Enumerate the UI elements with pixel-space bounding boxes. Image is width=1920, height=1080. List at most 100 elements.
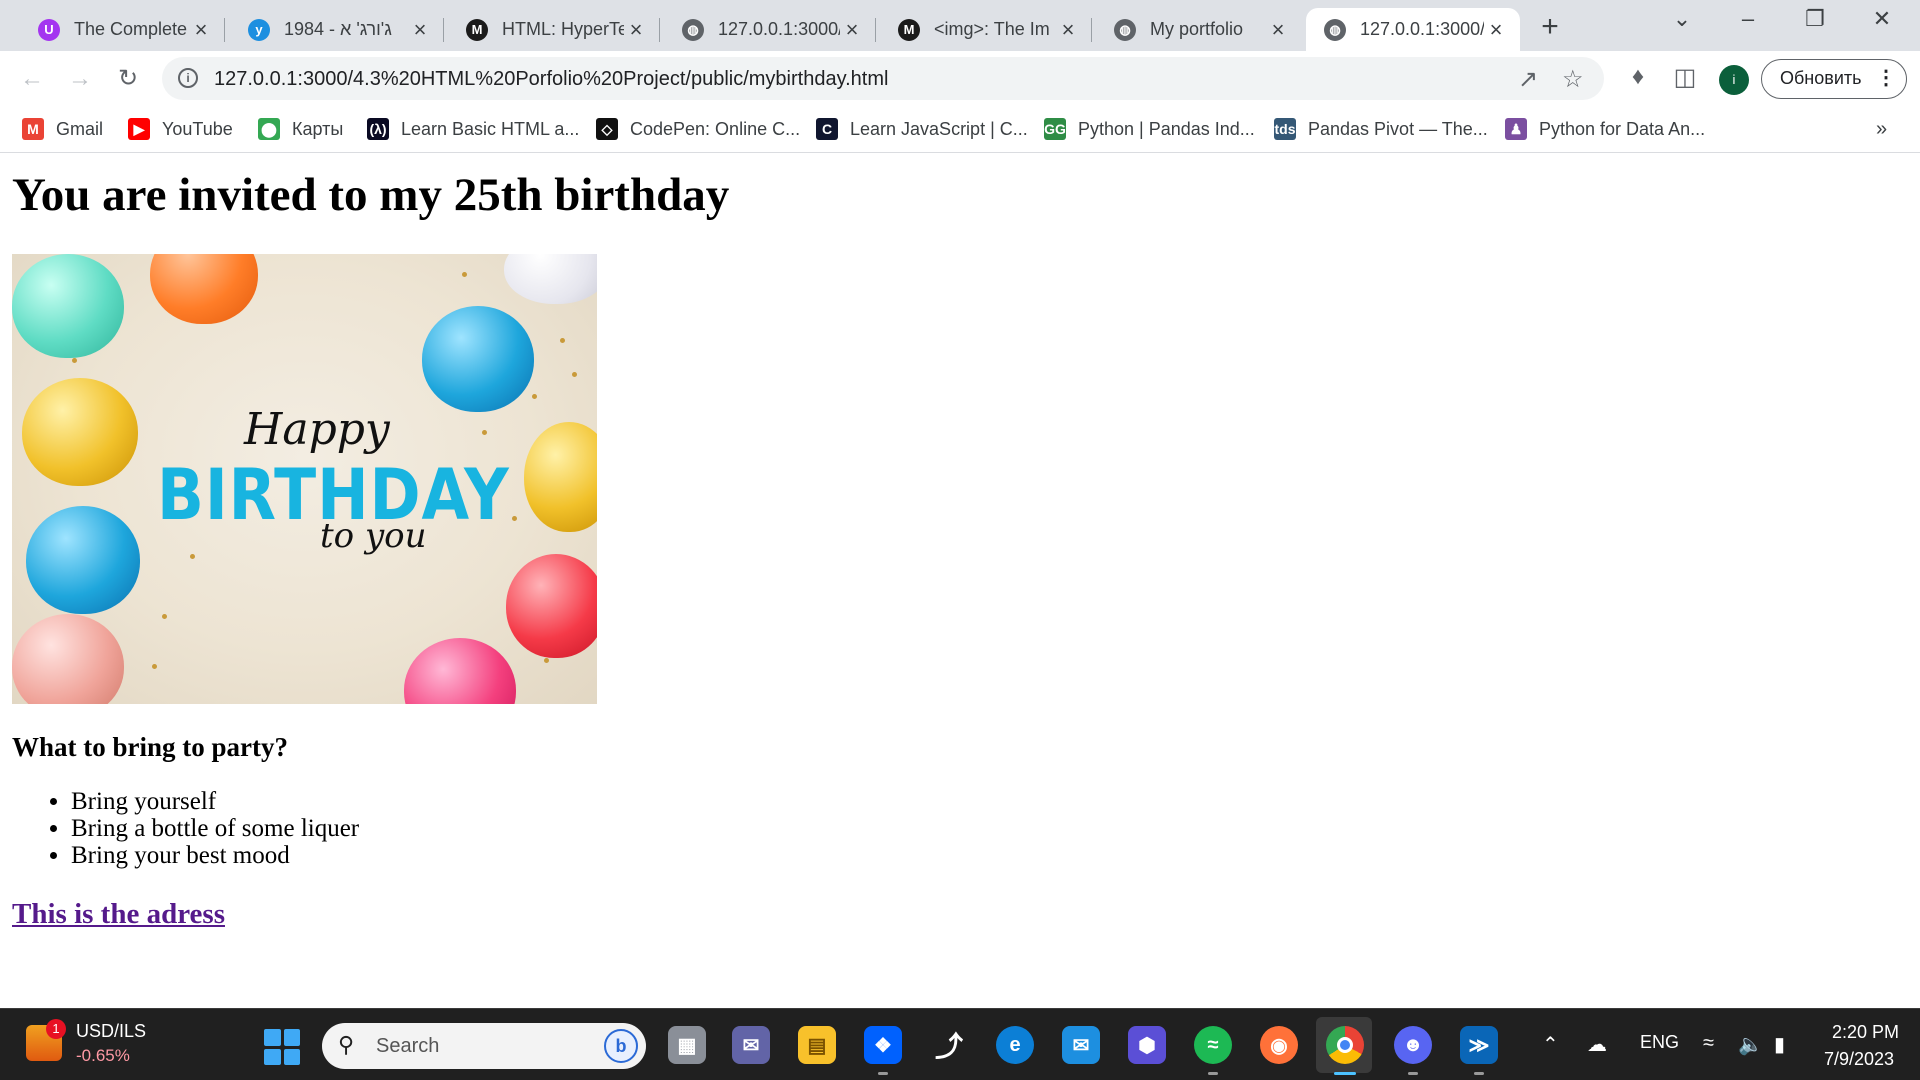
hyperiondev-icon: ♟ xyxy=(1505,118,1527,140)
task-view-icon[interactable]: ▦ xyxy=(668,1026,706,1064)
file-explorer-icon[interactable]: ▤ xyxy=(798,1026,836,1064)
taskbar-search[interactable]: ⚲ Search b xyxy=(322,1023,646,1069)
close-icon[interactable]: × xyxy=(1484,17,1508,43)
url-text[interactable]: 127.0.0.1:3000/4.3%20HTML%20Porfolio%20P… xyxy=(214,68,888,91)
gmail-icon: M xyxy=(22,118,44,140)
window-close-icon[interactable]: ✕ xyxy=(1862,6,1902,32)
browser-tab[interactable]: ◍ My portfolio × xyxy=(1096,8,1302,51)
bookmark-item[interactable]: C Learn JavaScript | C... xyxy=(816,116,1028,142)
reload-button[interactable]: ↻ xyxy=(110,61,146,97)
codecademy-icon: C xyxy=(816,118,838,140)
bookmark-label: YouTube xyxy=(162,118,233,139)
mdn-icon: M xyxy=(898,18,920,41)
mdn-icon: M xyxy=(466,18,488,41)
profile-avatar[interactable]: i xyxy=(1719,65,1749,95)
balloon-blue-top xyxy=(422,306,534,412)
tab-title: HTML: HyperTe xyxy=(502,19,624,39)
language-indicator[interactable]: ENG xyxy=(1640,1032,1679,1053)
globe-icon: ◍ xyxy=(682,18,704,41)
browser-tab[interactable]: M HTML: HyperTe × xyxy=(448,8,660,51)
balloon-pink xyxy=(404,638,516,704)
minimize-icon[interactable]: – xyxy=(1728,6,1768,32)
firefox-icon[interactable]: ◉ xyxy=(1260,1026,1298,1064)
browser-tab[interactable]: U The Complete × xyxy=(20,8,225,51)
list-item: Bring a bottle of some liquer xyxy=(71,815,359,842)
start-button[interactable] xyxy=(264,1029,300,1065)
close-icon[interactable]: × xyxy=(408,17,432,43)
close-icon[interactable]: × xyxy=(840,17,864,43)
volume-icon[interactable]: 🔈 xyxy=(1738,1032,1763,1057)
wifi-icon[interactable]: ≈ xyxy=(1703,1032,1714,1055)
bookmark-item[interactable]: ▶ YouTube xyxy=(128,116,233,142)
balloon-red xyxy=(506,554,597,658)
address-bar[interactable]: i 127.0.0.1:3000/4.3%20HTML%20Porfolio%2… xyxy=(162,57,1604,100)
bring-heading: What to bring to party? xyxy=(12,732,288,762)
close-icon[interactable]: × xyxy=(1266,17,1290,43)
codepen-icon: ◇ xyxy=(596,118,618,140)
new-tab-button[interactable]: + xyxy=(1533,10,1567,44)
more-bookmarks-icon[interactable]: » xyxy=(1876,118,1887,141)
update-button[interactable]: Обновить ⋮ xyxy=(1761,59,1907,99)
book-site-icon: y xyxy=(248,18,270,41)
chevron-up-icon[interactable]: ⌃ xyxy=(1542,1032,1559,1057)
bookmark-item[interactable]: (λ) Learn Basic HTML a... xyxy=(367,116,579,142)
globe-icon: ◍ xyxy=(1324,18,1346,41)
close-icon[interactable]: × xyxy=(624,17,648,43)
list-item: Bring yourself xyxy=(71,788,359,815)
tab-title: 127.0.0.1:3000/ xyxy=(1360,19,1484,39)
site-info-icon[interactable]: i xyxy=(178,68,198,88)
browser-tab[interactable]: M <img>: The Im × xyxy=(880,8,1092,51)
tab-search-icon[interactable]: ⌄ xyxy=(1662,6,1702,32)
search-icon: ⚲ xyxy=(338,1032,355,1057)
web-page: You are invited to my 25th birthday Happ… xyxy=(0,154,1920,1008)
browser-tab-strip: U The Complete × y ג'ורג' א - 1984 × M HTML: Hy… xyxy=(0,0,1920,51)
back-button[interactable]: ← xyxy=(14,61,50,97)
dropbox-icon[interactable]: ❖ xyxy=(864,1026,902,1075)
tab-title: 127.0.0.1:3000/ xyxy=(718,19,840,39)
bookmark-item[interactable]: tds Pandas Pivot — The... xyxy=(1274,116,1488,142)
image-text-to-you: to you xyxy=(320,516,427,556)
bookmark-item[interactable]: M Gmail xyxy=(22,116,103,142)
bookmark-item[interactable]: GG Python | Pandas Ind... xyxy=(1044,116,1255,142)
close-icon[interactable]: × xyxy=(189,17,213,43)
geeksforgeeks-icon: GG xyxy=(1044,118,1066,140)
spotify-icon[interactable]: ≈ xyxy=(1194,1026,1232,1075)
battery-icon[interactable]: ▮ xyxy=(1774,1032,1785,1057)
edge-icon[interactable]: e xyxy=(996,1026,1034,1064)
close-icon[interactable]: × xyxy=(1056,17,1080,43)
vscode-icon[interactable]: ≫ xyxy=(1460,1026,1498,1075)
address-link[interactable]: This is the adress xyxy=(12,898,225,931)
mail-icon[interactable]: ✉ xyxy=(1062,1026,1100,1064)
balloon-yellow-right xyxy=(524,422,597,532)
bookmarks-bar: » M Gmail ▶ YouTube ⬤ Карты (λ) Learn Basic HTM… xyxy=(0,106,1920,153)
bookmark-label: Pandas Pivot — The... xyxy=(1308,118,1488,139)
discord-icon[interactable]: ☻ xyxy=(1394,1026,1432,1075)
image-text-happy: Happy xyxy=(244,404,390,455)
chrome-icon[interactable] xyxy=(1326,1026,1364,1075)
browser-tab[interactable]: ◍ 127.0.0.1:3000/× xyxy=(664,8,876,51)
bing-icon[interactable]: b xyxy=(604,1029,638,1063)
browser-toolbar: ← → ↻ i 127.0.0.1:3000/4.3%20HTML%20Porf… xyxy=(0,51,1920,106)
forward-button[interactable]: → xyxy=(62,61,98,97)
bookmark-item[interactable]: ◇ CodePen: Online C... xyxy=(596,116,800,142)
share-icon[interactable]: ↗ xyxy=(1518,65,1538,94)
browser-tab[interactable]: y ג'ורג' א - 1984 × xyxy=(230,8,444,51)
onedrive-icon[interactable]: ☁ xyxy=(1587,1032,1607,1057)
menu-dots-icon[interactable]: ⋮ xyxy=(1876,60,1896,97)
clock-time[interactable]: 2:20 PM xyxy=(1832,1022,1899,1043)
balloon-rose xyxy=(12,614,124,704)
bookmark-item[interactable]: ⬤ Карты xyxy=(258,116,343,142)
restore-icon[interactable]: ❐ xyxy=(1795,6,1835,32)
browser-tab[interactable]: ◍ 127.0.0.1:3000/× xyxy=(1306,8,1520,51)
extensions-icon[interactable]: ♦ xyxy=(1622,63,1654,91)
tds-icon: tds xyxy=(1274,118,1296,140)
copilot-icon[interactable]: ⬢ xyxy=(1128,1026,1166,1064)
sublime-icon[interactable]: ⤴ xyxy=(930,1026,968,1064)
side-panel-icon[interactable]: ◫ xyxy=(1669,63,1701,92)
bookmark-item[interactable]: ♟ Python for Data An... xyxy=(1505,116,1705,142)
bookmark-star-icon[interactable]: ☆ xyxy=(1562,65,1584,94)
clock-date[interactable]: 7/9/2023 xyxy=(1824,1049,1894,1070)
widget-value[interactable]: -0.65% xyxy=(76,1046,130,1066)
teams-chat-icon[interactable]: ✉ xyxy=(732,1026,770,1064)
widget-title[interactable]: USD/ILS xyxy=(76,1021,146,1042)
